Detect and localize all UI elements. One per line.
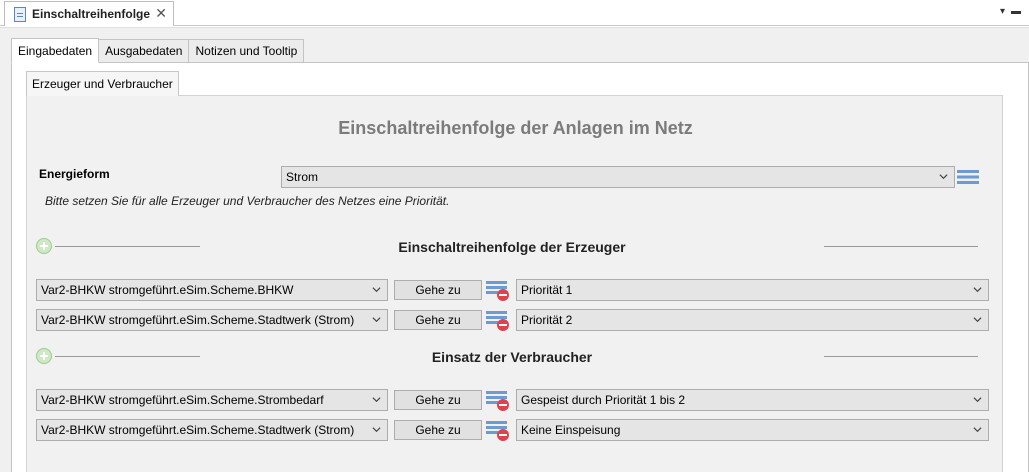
consumer-component-value: Var2-BHKW stromgeführt.eSim.Scheme.Stadt… <box>41 423 355 437</box>
producer-priority-value: Priorität 2 <box>521 313 573 327</box>
consumer-supply-value: Keine Einspeisung <box>521 423 621 437</box>
divider <box>824 356 978 357</box>
goto-button[interactable]: Gehe zu <box>394 310 482 330</box>
energy-form-label: Energieform <box>39 167 110 181</box>
remove-row-icon[interactable] <box>486 310 510 332</box>
producer-component-select[interactable]: Var2-BHKW stromgeführt.eSim.Scheme.Stadt… <box>36 309 388 331</box>
consumer-supply-value: Gespeist durch Priorität 1 bis 2 <box>521 393 686 407</box>
divider <box>55 246 200 247</box>
producer-priority-select[interactable]: Priorität 1 <box>516 279 989 301</box>
editor-tab-bar: Einschaltreihenfolge ✕ ▾ ▬ <box>0 0 1029 26</box>
priority-hint: Bitte setzen Sie für alle Erzeuger und V… <box>45 194 450 208</box>
chevron-down-icon <box>973 397 982 403</box>
consumer-supply-select[interactable]: Keine Einspeisung <box>516 419 989 441</box>
close-icon[interactable]: ✕ <box>155 6 167 20</box>
consumer-component-value: Var2-BHKW stromgeführt.eSim.Scheme.Strom… <box>41 393 324 407</box>
view-menu-icon[interactable]: ▾ <box>1000 6 1005 18</box>
add-producer-icon[interactable] <box>36 238 52 254</box>
minimize-icon[interactable]: ▬ <box>1011 6 1021 18</box>
producer-priority-select[interactable]: Priorität 2 <box>516 309 989 331</box>
remove-row-icon[interactable] <box>486 280 510 302</box>
consumer-supply-select[interactable]: Gespeist durch Priorität 1 bis 2 <box>516 389 989 411</box>
page-tab-bar: Eingabedaten Ausgabedaten Notizen und To… <box>11 38 305 63</box>
producer-component-select[interactable]: Var2-BHKW stromgeführt.eSim.Scheme.BHKW <box>36 279 388 301</box>
goto-button[interactable]: Gehe zu <box>394 280 482 300</box>
producer-priority-value: Priorität 1 <box>521 283 573 297</box>
consumers-title: Einsatz der Verbraucher <box>431 349 593 365</box>
add-consumer-icon[interactable] <box>36 348 52 364</box>
energy-form-value: Strom <box>286 170 319 184</box>
view-menu: ▾ ▬ <box>1000 6 1021 18</box>
chevron-down-icon <box>372 317 381 323</box>
remove-row-icon[interactable] <box>486 390 510 412</box>
divider <box>824 246 978 247</box>
consumer-component-select[interactable]: Var2-BHKW stromgeführt.eSim.Scheme.Stadt… <box>36 419 388 441</box>
remove-row-icon[interactable] <box>486 420 510 442</box>
producer-component-value: Var2-BHKW stromgeführt.eSim.Scheme.Stadt… <box>41 313 355 327</box>
chevron-down-icon <box>372 287 381 293</box>
document-icon <box>14 6 26 22</box>
divider <box>55 356 200 357</box>
editor-window: Einschaltreihenfolge ✕ ▾ ▬ Eingabedaten … <box>0 0 1029 472</box>
goto-button[interactable]: Gehe zu <box>394 420 482 440</box>
page-area: Eingabedaten Ausgabedaten Notizen und To… <box>0 27 1029 472</box>
chevron-down-icon <box>973 317 982 323</box>
editor-tab[interactable]: Einschaltreihenfolge ✕ <box>4 1 174 26</box>
consumer-component-select[interactable]: Var2-BHKW stromgeführt.eSim.Scheme.Strom… <box>36 389 388 411</box>
chevron-down-icon <box>973 427 982 433</box>
energy-form-select[interactable]: Strom <box>281 166 955 188</box>
editor-tab-title: Einschaltreihenfolge <box>32 7 151 21</box>
tab-notizen-und-tooltip[interactable]: Notizen und Tooltip <box>188 39 305 62</box>
tab-eingabedaten[interactable]: Eingabedaten <box>11 38 100 63</box>
input-panel: Erzeuger und Verbraucher Einschaltreihen… <box>11 62 1029 472</box>
tab-erzeuger-und-verbraucher[interactable]: Erzeuger und Verbraucher <box>26 71 179 96</box>
chevron-down-icon <box>372 397 381 403</box>
chevron-down-icon <box>372 427 381 433</box>
chevron-down-icon <box>939 174 948 180</box>
goto-button[interactable]: Gehe zu <box>394 390 482 410</box>
form-title: Einschaltreihenfolge der Anlagen im Netz <box>338 118 693 138</box>
list-icon[interactable] <box>957 169 979 185</box>
producer-component-value: Var2-BHKW stromgeführt.eSim.Scheme.BHKW <box>41 283 294 297</box>
tab-ausgabedaten[interactable]: Ausgabedaten <box>98 39 190 62</box>
chevron-down-icon <box>973 287 982 293</box>
producers-title: Einschaltreihenfolge der Erzeuger <box>398 239 626 255</box>
section-panel: Einschaltreihenfolge der Anlagen im Netz… <box>26 95 1003 472</box>
